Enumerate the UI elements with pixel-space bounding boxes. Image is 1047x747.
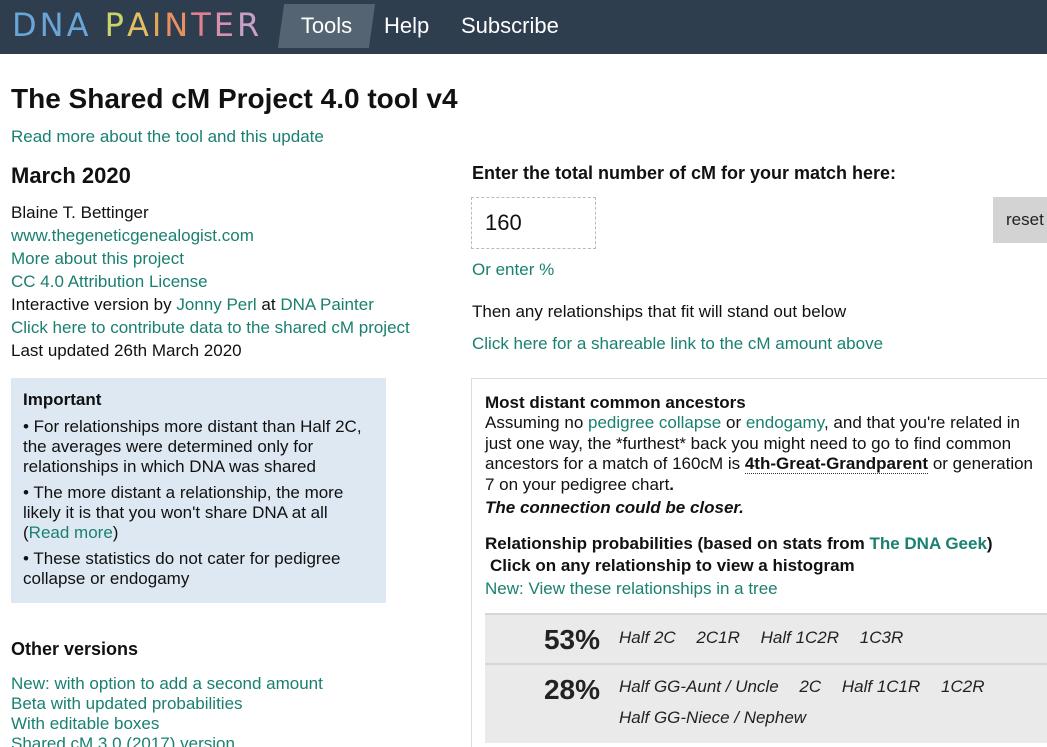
mdca-or: or [721, 413, 746, 432]
contribute-data-link[interactable]: Click here to contribute data to the sha… [11, 318, 410, 337]
mdca-assuming: Assuming no [485, 413, 588, 432]
relationship-half-gg-aunt-uncle[interactable]: Half GG-Aunt / Uncle [619, 671, 779, 702]
probabilities-suffix: ) [986, 534, 993, 553]
important-title: Important [23, 390, 102, 409]
view-tree-link[interactable]: New: View these relationships in a tree [485, 577, 1047, 600]
probability-row: 28% Half GG-Aunt / Uncle 2C Half 1C1R 1C… [485, 663, 1047, 743]
relationship-list: Half 2C 2C1R Half 1C2R 1C3R [619, 622, 1047, 653]
relationship-list: Half GG-Aunt / Uncle 2C Half 1C1R 1C2R H… [619, 671, 1047, 733]
dna-geek-link[interactable]: The DNA Geek [869, 534, 986, 553]
important-item-distant: • For relationships more distant than Ha… [23, 417, 362, 476]
results-panel: Most distant common ancestors Assuming n… [471, 378, 1047, 747]
top-navigation-bar: DNA PAINTER Tools Help Subscribe [0, 0, 1047, 54]
license-link[interactable]: CC 4.0 Attribution License [11, 272, 208, 291]
nav-subscribe[interactable]: Subscribe [461, 4, 559, 48]
project-info: March 2020 Blaine T. Bettinger www.thege… [11, 163, 441, 362]
logo-letter: N [164, 6, 192, 44]
read-more-link[interactable]: Read more [29, 523, 113, 542]
reset-button[interactable]: reset [993, 197, 1047, 243]
editable-boxes-version-link[interactable]: With editable boxes [11, 714, 441, 734]
relationship-1c3r[interactable]: 1C3R [860, 622, 903, 653]
cm-input-label: Enter the total number of cM for your ma… [472, 163, 897, 183]
relationship-half-gg-niece-nephew[interactable]: Half GG-Niece / Nephew [619, 702, 806, 733]
logo-letter [91, 6, 104, 44]
nav-help[interactable]: Help [384, 4, 429, 48]
relationship-half-1c1r[interactable]: Half 1C1R [842, 671, 920, 702]
logo-letter: T [191, 6, 214, 44]
date-heading: March 2020 [11, 163, 131, 188]
relationship-half-1c2r[interactable]: Half 1C2R [761, 622, 839, 653]
logo-letter: P [104, 6, 127, 44]
shared-cm-3-version-link[interactable]: Shared cM 3.0 (2017) version [11, 734, 441, 747]
mdca-period: . [669, 474, 675, 494]
logo-letter: N [39, 6, 67, 44]
last-updated: Last updated 26th March 2020 [11, 341, 242, 360]
probability-row: 53% Half 2C 2C1R Half 1C2R 1C3R [485, 613, 1047, 663]
logo-letter: I [151, 6, 165, 44]
dna-painter-logo[interactable]: DNA PAINTER [12, 6, 262, 44]
logo-letter: R [236, 6, 263, 44]
other-versions-title: Other versions [11, 639, 139, 659]
dna-painter-link[interactable]: DNA Painter [280, 295, 374, 314]
author-name: Blaine T. Bettinger [11, 203, 149, 222]
relationship-half-2c[interactable]: Half 2C [619, 622, 676, 653]
logo-letter: A [126, 6, 152, 44]
important-item2-suffix: ) [112, 523, 119, 542]
other-versions: Other versions New: with option to add a… [11, 639, 441, 747]
closer-connection-note: The connection could be closer. [485, 498, 744, 517]
probability-percent: 53% [543, 624, 600, 655]
probabilities-prefix: Relationship probabilities (based on sta… [485, 534, 870, 553]
relationship-2c1r[interactable]: 2C1R [696, 622, 739, 653]
mdca-explanation: Assuming no pedigree collapse or endogam… [485, 413, 1045, 495]
relationship-1c2r[interactable]: 1C2R [941, 671, 984, 702]
beta-version-link[interactable]: Beta with updated probabilities [11, 694, 441, 714]
second-amount-version-link[interactable]: New: with option to add a second amount [11, 674, 441, 694]
interactive-version-credit: Interactive version by Jonny Perl at DNA… [11, 293, 441, 316]
logo-letter: E [213, 6, 237, 44]
logo-letter: D [12, 6, 40, 44]
probabilities-title: Relationship probabilities (based on sta… [485, 534, 1047, 554]
read-more-tool-link[interactable]: Read more about the tool and this update [11, 127, 324, 147]
nav-tools[interactable]: Tools [281, 4, 372, 48]
important-item-no-share: • The more distant a relationship, the m… [23, 483, 374, 543]
interactive-at: at [256, 295, 281, 314]
important-item-endogamy: • These statistics do not cater for pedi… [23, 549, 341, 588]
mdca-title: Most distant common ancestors [485, 393, 746, 412]
cm-input[interactable] [471, 197, 596, 249]
histogram-hint: Click on any relationship to view a hist… [490, 556, 855, 575]
jonny-perl-link[interactable]: Jonny Perl [176, 295, 256, 314]
instructions-text: Then any relationships that fit will sta… [472, 302, 847, 321]
mdca-relationship: 4th-Great-Grandparent [744, 454, 929, 474]
probability-percent: 28% [543, 674, 600, 705]
important-notice: Important • For relationships more dista… [11, 378, 386, 603]
more-about-project-link[interactable]: More about this project [11, 249, 184, 268]
endogamy-link[interactable]: endogamy [746, 413, 824, 432]
website-link[interactable]: www.thegeneticgenealogist.com [11, 226, 254, 245]
enter-percent-link[interactable]: Or enter % [472, 260, 554, 280]
interactive-prefix: Interactive version by [11, 295, 177, 314]
page-title: The Shared cM Project 4.0 tool v4 [11, 83, 458, 114]
shareable-link[interactable]: Click here for a shareable link to the c… [472, 334, 883, 354]
relationship-2c[interactable]: 2C [799, 671, 821, 702]
pedigree-collapse-link[interactable]: pedigree collapse [588, 413, 721, 432]
logo-letter: A [66, 6, 92, 44]
